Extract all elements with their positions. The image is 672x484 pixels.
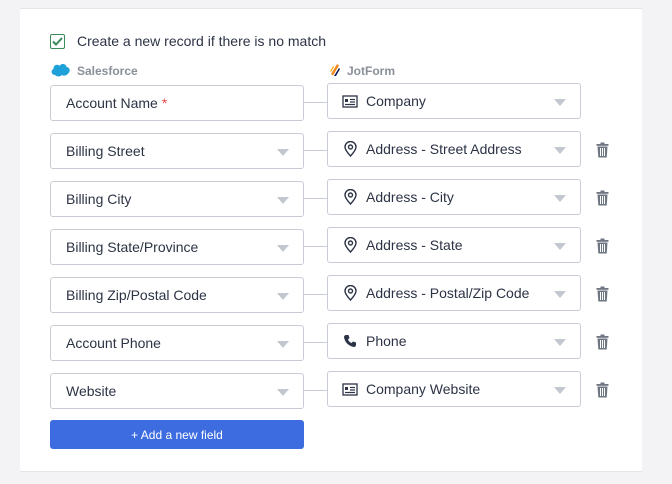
jotform-logo-icon xyxy=(328,62,341,80)
mapping-connector xyxy=(304,246,327,247)
salesforce-field-label: Account Phone xyxy=(66,335,161,351)
chevron-down-icon[interactable] xyxy=(277,197,289,204)
jotform-field-label: Company xyxy=(366,93,426,109)
jotform-field-label: Company Website xyxy=(366,381,481,397)
jotform-field-label: Address - State xyxy=(366,237,463,253)
mapping-connector xyxy=(304,102,327,103)
mapping-connector xyxy=(304,150,327,151)
location-pin-icon xyxy=(342,285,358,301)
mapping-connector xyxy=(304,198,327,199)
mapping-connector xyxy=(304,390,327,391)
chevron-down-icon[interactable] xyxy=(277,389,289,396)
mapping-connector xyxy=(304,294,327,295)
salesforce-field-label: Billing Zip/Postal Code xyxy=(66,287,207,303)
jotform-field-select[interactable]: Address - State xyxy=(327,227,581,263)
create-record-checkbox[interactable] xyxy=(50,33,65,49)
chevron-down-icon[interactable] xyxy=(554,387,566,394)
location-pin-icon xyxy=(342,189,358,205)
salesforce-field-select[interactable]: Billing City xyxy=(50,181,304,217)
checkmark-icon xyxy=(52,36,63,46)
salesforce-field-label: Billing State/Province xyxy=(66,239,199,255)
jotform-field-select[interactable]: Address - Postal/Zip Code xyxy=(327,275,581,311)
create-record-option[interactable]: Create a new record if there is no match xyxy=(50,32,326,50)
salesforce-label: Salesforce xyxy=(77,64,138,78)
add-field-button[interactable]: + Add a new field xyxy=(50,420,304,449)
chevron-down-icon[interactable] xyxy=(554,195,566,202)
location-pin-icon xyxy=(342,141,358,157)
jotform-field-label: Address - Postal/Zip Code xyxy=(366,285,530,301)
jotform-field-select[interactable]: Phone xyxy=(327,323,581,359)
chevron-down-icon[interactable] xyxy=(277,341,289,348)
salesforce-field-label: Account Name xyxy=(66,95,158,111)
trash-icon[interactable] xyxy=(594,189,610,207)
salesforce-field-select[interactable]: Billing State/Province xyxy=(50,229,304,265)
chevron-down-icon[interactable] xyxy=(554,339,566,346)
jotform-header: JotForm xyxy=(328,62,395,80)
jotform-field-select[interactable]: Address - City xyxy=(327,179,581,215)
salesforce-field-select[interactable]: Account Phone xyxy=(50,325,304,361)
trash-icon[interactable] xyxy=(594,333,610,351)
mapping-connector xyxy=(304,342,327,343)
chevron-down-icon[interactable] xyxy=(554,243,566,250)
create-record-label: Create a new record if there is no match xyxy=(77,33,327,49)
salesforce-field-select[interactable]: Website xyxy=(50,373,304,409)
trash-icon[interactable] xyxy=(594,141,610,159)
chevron-down-icon[interactable] xyxy=(277,245,289,252)
building-card-icon xyxy=(342,93,358,109)
jotform-field-select[interactable]: Company Website xyxy=(327,371,581,407)
phone-icon xyxy=(342,333,358,349)
salesforce-logo-icon xyxy=(50,62,71,80)
chevron-down-icon[interactable] xyxy=(277,149,289,156)
salesforce-field-label: Website xyxy=(66,383,117,399)
trash-icon[interactable] xyxy=(594,285,610,303)
trash-icon[interactable] xyxy=(594,381,610,399)
trash-icon[interactable] xyxy=(594,237,610,255)
salesforce-header: Salesforce xyxy=(50,62,138,80)
chevron-down-icon[interactable] xyxy=(554,291,566,298)
jotform-field-label: Address - Street Address xyxy=(366,141,522,157)
jotform-field-select[interactable]: Address - Street Address xyxy=(327,131,581,167)
salesforce-field-label: Billing City xyxy=(66,191,132,207)
chevron-down-icon[interactable] xyxy=(554,147,566,154)
chevron-down-icon[interactable] xyxy=(277,293,289,300)
salesforce-field-select[interactable]: Account Name * xyxy=(50,85,304,121)
salesforce-field-select[interactable]: Billing Zip/Postal Code xyxy=(50,277,304,313)
jotform-field-label: Phone xyxy=(366,333,407,349)
required-marker: * xyxy=(161,95,168,111)
jotform-label: JotForm xyxy=(347,64,395,78)
salesforce-field-select[interactable]: Billing Street xyxy=(50,133,304,169)
chevron-down-icon[interactable] xyxy=(554,99,566,106)
jotform-field-label: Address - City xyxy=(366,189,454,205)
salesforce-field-label: Billing Street xyxy=(66,143,145,159)
building-card-icon xyxy=(342,381,358,397)
jotform-field-select[interactable]: Company xyxy=(327,83,581,119)
location-pin-icon xyxy=(342,237,358,253)
